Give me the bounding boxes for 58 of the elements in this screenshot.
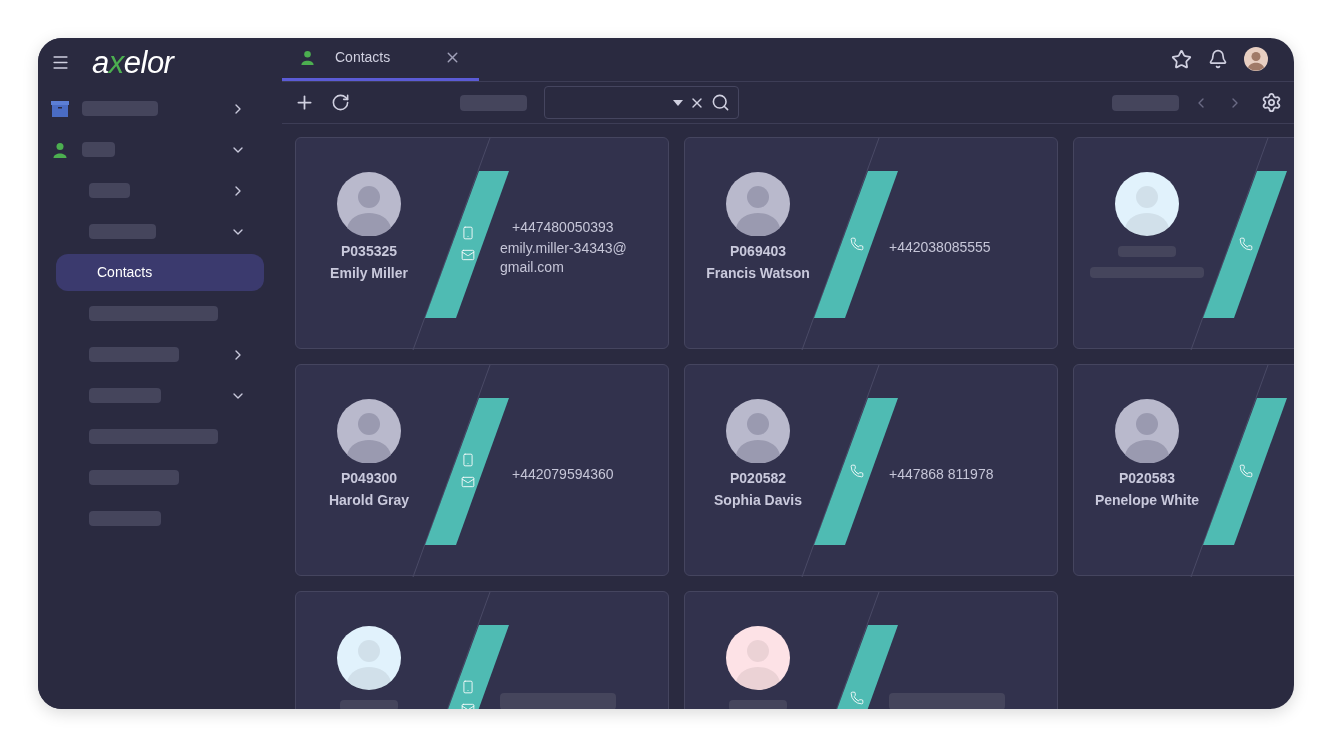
refresh-icon[interactable] bbox=[331, 93, 350, 112]
bell-icon[interactable] bbox=[1208, 49, 1228, 69]
phone-icon bbox=[850, 464, 864, 478]
logo[interactable]: axelor bbox=[92, 46, 174, 78]
photo-placeholder bbox=[726, 172, 790, 236]
contact-detail: +442038085555 bbox=[889, 237, 992, 257]
search-icon[interactable] bbox=[711, 93, 730, 112]
redacted-bar bbox=[82, 142, 115, 157]
person-icon bbox=[300, 50, 315, 65]
redacted-bar bbox=[340, 700, 398, 709]
envelope-icon bbox=[461, 248, 475, 262]
mobile-phone-icon bbox=[461, 453, 475, 467]
photo-placeholder bbox=[337, 399, 401, 463]
contact-card[interactable]: P020583 Penelope White bbox=[1073, 364, 1294, 576]
redacted-bar bbox=[460, 94, 527, 111]
contact-detail: +447868 811978 bbox=[889, 464, 995, 484]
contact-name: Francis Watson bbox=[706, 264, 810, 283]
contact-detail: +447480050393 bbox=[511, 217, 615, 237]
dropdown-caret-icon[interactable] bbox=[673, 99, 683, 106]
mobile-phone-icon bbox=[461, 680, 475, 694]
photo-placeholder bbox=[1115, 399, 1179, 463]
envelope-icon bbox=[461, 475, 475, 489]
user-avatar[interactable] bbox=[1244, 47, 1268, 71]
contact-card[interactable]: P049300 Harold Gray +442079594360 bbox=[295, 364, 669, 576]
phone-icon bbox=[1239, 237, 1253, 251]
person-icon bbox=[52, 141, 68, 158]
redacted-bar bbox=[1112, 94, 1179, 111]
star-icon[interactable] bbox=[1171, 48, 1192, 70]
contact-code: P069403 bbox=[729, 242, 787, 261]
redacted-bar bbox=[89, 224, 156, 239]
phone-icon bbox=[1239, 464, 1253, 478]
contact-detail: emily.miller-34343@gmail.com bbox=[500, 238, 628, 277]
settings-icon[interactable] bbox=[1261, 92, 1282, 113]
contact-code: P020583 bbox=[1118, 469, 1176, 488]
search-field[interactable] bbox=[544, 86, 739, 119]
phone-icon bbox=[850, 691, 864, 705]
archive-box-icon bbox=[51, 100, 69, 117]
redacted-bar bbox=[89, 388, 161, 403]
sidebar-item[interactable]: Contacts bbox=[56, 254, 264, 291]
phone-icon bbox=[850, 237, 864, 251]
contact-card[interactable]: P035325 Emily Miller +447480050393 emily.miller-34343@gmail.com bbox=[295, 137, 669, 349]
redacted-bar bbox=[89, 511, 161, 526]
contact-card[interactable]: P020582 Sophia Davis +447868 811978 bbox=[684, 364, 1058, 576]
contact-name: Sophia Davis bbox=[714, 491, 802, 510]
contact-name: Harold Gray bbox=[328, 491, 410, 510]
contact-code: P035325 bbox=[340, 242, 398, 261]
photo-placeholder bbox=[337, 172, 401, 236]
contact-name: Penelope White bbox=[1094, 491, 1200, 510]
photo-placeholder bbox=[726, 399, 790, 463]
contact-code: P020582 bbox=[729, 469, 787, 488]
contact-card[interactable]: P069403 Francis Watson +442038085555 bbox=[684, 137, 1058, 349]
redacted-bar bbox=[89, 183, 130, 198]
contact-name: Emily Miller bbox=[330, 264, 408, 283]
contact-code: P049300 bbox=[340, 469, 398, 488]
mobile-phone-icon bbox=[461, 226, 475, 240]
tab[interactable]: Contacts bbox=[282, 38, 479, 81]
contact-detail: +442079594360 bbox=[511, 464, 615, 484]
redacted-bar bbox=[729, 700, 787, 709]
